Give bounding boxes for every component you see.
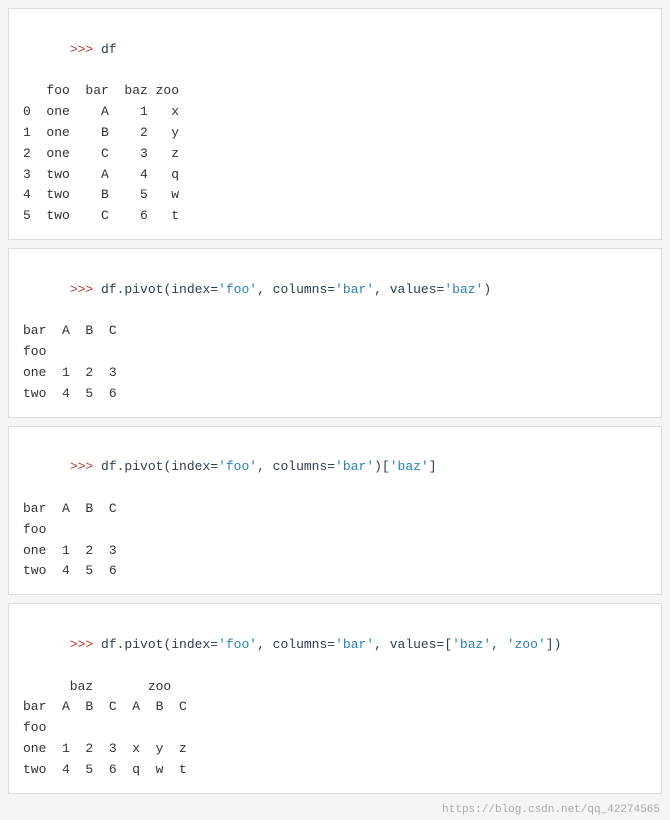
- cmd-mid1-2: , columns=: [257, 282, 335, 297]
- panel2-out2: foo: [23, 342, 647, 363]
- panel3-command: >>> df.pivot(index='foo', columns='bar')…: [23, 437, 647, 499]
- cmd-mid1-4: , columns=: [257, 637, 335, 652]
- cmd-comma-4: ,: [491, 637, 507, 652]
- panel1-row-3: 3 two A 4 q: [23, 165, 647, 186]
- cmd-suffix-2: ): [483, 282, 491, 297]
- panel2-out1: bar A B C: [23, 321, 647, 342]
- panel-pivot1: >>> df.pivot(index='foo', columns='bar',…: [8, 248, 662, 418]
- cmd-prefix-4: df.pivot(index=: [101, 637, 218, 652]
- panel3-out1: bar A B C: [23, 499, 647, 520]
- cmd-mid2-4: , values=[: [374, 637, 452, 652]
- cmd-val1-4: 'baz': [452, 637, 491, 652]
- panel4-out4: one 1 2 3 x y z: [23, 739, 647, 760]
- panel4-out2: bar A B C A B C: [23, 697, 647, 718]
- panel4-command: >>> df.pivot(index='foo', columns='bar',…: [23, 614, 647, 676]
- cmd-index-2: 'foo': [218, 282, 257, 297]
- cmd-index-4: 'foo': [218, 637, 257, 652]
- footer-note: https://blog.csdn.net/qq_42274565: [0, 802, 670, 820]
- panel-pivot2: >>> df.pivot(index='foo', columns='bar')…: [8, 426, 662, 596]
- cmd-suffix-4: ]): [546, 637, 562, 652]
- prompt-1: >>>: [70, 42, 101, 57]
- panel-df: >>> df foo bar baz zoo 0 one A 1 x 1 one…: [8, 8, 662, 240]
- panel1-row-5: 5 two C 6 t: [23, 206, 647, 227]
- cmd-prefix-2: df.pivot(index=: [101, 282, 218, 297]
- panel3-out2: foo: [23, 520, 647, 541]
- cmd-suffix-3: )[: [374, 459, 390, 474]
- cmd-prefix-3: df.pivot(index=: [101, 459, 218, 474]
- panel1-row-2: 2 one C 3 z: [23, 144, 647, 165]
- panel3-out3: one 1 2 3: [23, 541, 647, 562]
- prompt-4: >>>: [70, 637, 101, 652]
- panel1-row-4: 4 two B 5 w: [23, 185, 647, 206]
- cmd-end-3: ]: [429, 459, 437, 474]
- cmd-col-4: 'bar': [335, 637, 374, 652]
- page-container: >>> df foo bar baz zoo 0 one A 1 x 1 one…: [0, 8, 670, 820]
- cmd-mid1-3: , columns=: [257, 459, 335, 474]
- panel2-command: >>> df.pivot(index='foo', columns='bar',…: [23, 259, 647, 321]
- panel1-row-1: 1 one B 2 y: [23, 123, 647, 144]
- panel2-out4: two 4 5 6: [23, 384, 647, 405]
- cmd-col-2: 'bar': [335, 282, 374, 297]
- cmd-mid2-2: , values=: [374, 282, 444, 297]
- prompt-2: >>>: [70, 282, 101, 297]
- cmd-index-3: 'foo': [218, 459, 257, 474]
- panel4-out3: foo: [23, 718, 647, 739]
- panel4-out5: two 4 5 6 q w t: [23, 760, 647, 781]
- cmd-val-2: 'baz': [444, 282, 483, 297]
- cmd-val2-4: 'zoo': [507, 637, 546, 652]
- cmd-col-3: 'bar': [335, 459, 374, 474]
- panel-pivot3: >>> df.pivot(index='foo', columns='bar',…: [8, 603, 662, 793]
- panel3-out4: two 4 5 6: [23, 561, 647, 582]
- panel2-out3: one 1 2 3: [23, 363, 647, 384]
- panel1-header: foo bar baz zoo: [23, 81, 647, 102]
- panel1-command: >>> df: [23, 19, 647, 81]
- prompt-3: >>>: [70, 459, 101, 474]
- panel1-row-0: 0 one A 1 x: [23, 102, 647, 123]
- panel4-out1: baz zoo: [23, 677, 647, 698]
- command-1: df: [101, 42, 117, 57]
- cmd-key-3: 'baz': [390, 459, 429, 474]
